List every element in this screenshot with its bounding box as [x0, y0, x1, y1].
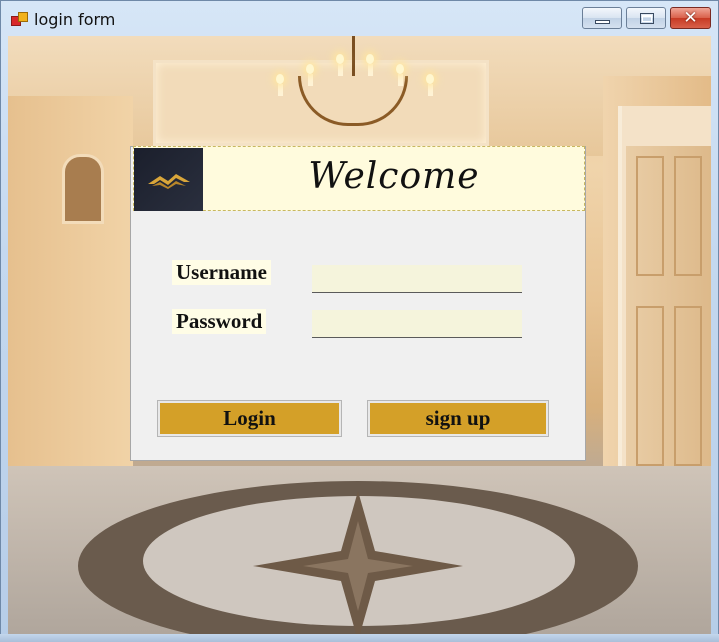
close-icon: ✕: [683, 8, 698, 28]
username-input[interactable]: [312, 265, 522, 293]
minimize-icon: [595, 20, 610, 24]
compass-star: [253, 491, 463, 634]
login-button[interactable]: Login: [157, 400, 342, 437]
window-title: login form: [34, 10, 116, 29]
maximize-icon: [640, 13, 654, 24]
window-bottom-border: [0, 634, 719, 642]
door: [626, 146, 711, 486]
maximize-button[interactable]: [626, 7, 666, 29]
left-arch: [62, 154, 104, 224]
signup-button[interactable]: sign up: [367, 400, 549, 437]
title-bar[interactable]: login form ✕: [1, 1, 718, 37]
chandelier: [258, 36, 448, 146]
username-label: Username: [172, 260, 271, 285]
house-roof-logo-icon: [134, 148, 203, 211]
password-label: Password: [172, 309, 267, 334]
welcome-title: Welcome: [308, 156, 480, 197]
password-input[interactable]: [312, 310, 522, 338]
close-button[interactable]: ✕: [670, 7, 711, 29]
minimize-button[interactable]: [582, 7, 622, 29]
app-icon[interactable]: [11, 12, 28, 28]
